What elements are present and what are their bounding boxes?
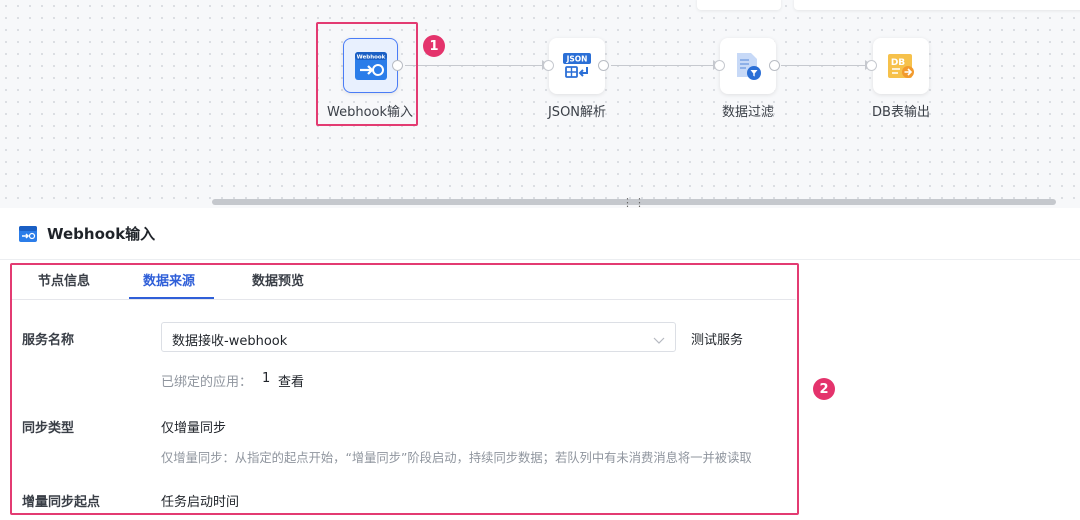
selected-node-highlight (316, 22, 418, 126)
data-filter-icon (737, 53, 761, 80)
callout-badge-1: 1 (423, 35, 445, 57)
flow-canvas[interactable]: Webhook Webhook输入 JSON JSON解析 数据过滤 DB DB… (0, 0, 1080, 208)
json-parse-icon: JSON (563, 53, 591, 78)
node-input-port[interactable] (714, 60, 725, 71)
node-label: DB表输出 (872, 105, 930, 120)
node-data-filter[interactable] (720, 38, 776, 94)
edge-filter-db (781, 65, 865, 66)
toolbar-button[interactable] (697, 0, 781, 10)
node-output-port[interactable] (598, 60, 609, 71)
node-label: 数据过滤 (721, 105, 775, 120)
callout-badge-2: 2 (813, 378, 835, 400)
svg-text:DB: DB (891, 58, 905, 68)
svg-text:JSON: JSON (566, 55, 588, 64)
node-db-output[interactable]: DB (873, 38, 929, 94)
resize-handle[interactable]: ⋮⋮ (622, 197, 646, 208)
panel-header: Webhook输入 (0, 208, 1080, 260)
panel-title: Webhook输入 (47, 225, 156, 243)
data-source-highlight (10, 263, 799, 515)
db-output-icon: DB (888, 54, 914, 78)
webhook-icon (19, 226, 37, 246)
edge-json-filter (611, 65, 713, 66)
node-label: JSON解析 (547, 105, 607, 120)
edge-webhook-json (405, 65, 542, 66)
node-input-port[interactable] (543, 60, 554, 71)
node-output-port[interactable] (769, 60, 780, 71)
node-json-parse[interactable]: JSON (549, 38, 605, 94)
node-input-port[interactable] (866, 60, 877, 71)
toolbar-panel[interactable] (794, 0, 1080, 10)
